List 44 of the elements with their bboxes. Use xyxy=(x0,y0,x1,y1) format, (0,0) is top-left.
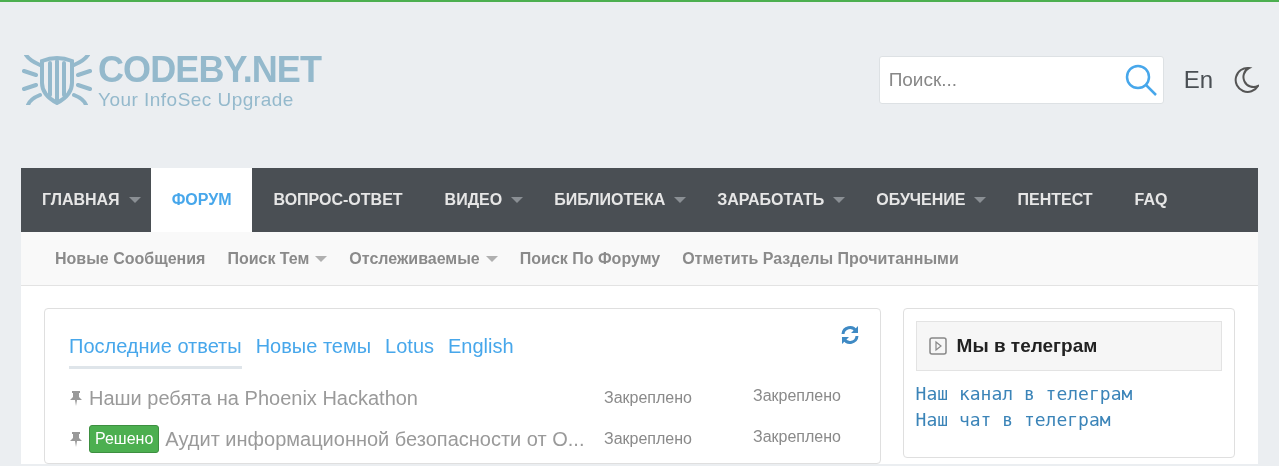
logo-tagline: Your InfoSec Upgrade xyxy=(98,89,295,109)
subnav-link[interactable]: Поиск Тем xyxy=(227,246,310,271)
refresh-icon[interactable] xyxy=(839,325,860,345)
shield-bug-icon xyxy=(22,55,92,105)
caret-icon[interactable] xyxy=(833,196,846,204)
search-field[interactable]: Поиск... xyxy=(878,56,1164,104)
caret-icon[interactable] xyxy=(674,196,687,204)
search-icon[interactable] xyxy=(1123,63,1158,97)
thread-status: Закреплено xyxy=(753,426,841,447)
tab[interactable]: English xyxy=(448,331,514,369)
subnav-link[interactable]: Поиск По Форуму xyxy=(519,246,661,271)
nav-tab[interactable]: БИБЛИОТЕКА xyxy=(533,168,687,232)
nav-tab[interactable]: FAQ xyxy=(1113,168,1189,232)
tab[interactable]: Последние ответы xyxy=(69,331,242,369)
caret-icon[interactable] xyxy=(485,254,498,263)
telegram-link[interactable]: Наш канал в телеграм xyxy=(915,381,1222,407)
thread-status: Закреплено xyxy=(604,387,693,408)
subnav-link[interactable]: Новые Сообщения xyxy=(55,246,206,271)
subnav-link[interactable]: Отслеживаемые xyxy=(349,246,480,271)
solved-badge: Решено xyxy=(89,424,160,453)
caret-icon[interactable] xyxy=(974,196,987,204)
nav-tab[interactable]: ЗАРАБОТАТЬ xyxy=(696,168,846,232)
thread-title[interactable]: Наши ребята на Phoenix Hackathon xyxy=(89,382,418,413)
caret-icon[interactable] xyxy=(315,254,328,263)
thread-status: Закреплено xyxy=(604,428,693,449)
play-icon xyxy=(928,337,947,355)
moon-icon[interactable] xyxy=(1233,66,1259,94)
nav-tab[interactable]: ПЕНТЕСТ xyxy=(996,168,1114,232)
nav-tab[interactable]: ГЛАВНАЯ xyxy=(21,168,141,232)
thread-status: Закреплено xyxy=(753,385,841,406)
tab[interactable]: Новые темы xyxy=(255,331,372,369)
subnav-link[interactable]: Отметить Разделы Прочитанными xyxy=(682,246,959,271)
nav-tab[interactable]: ФОРУМ xyxy=(150,168,253,232)
telegram-title: Мы в телеграм xyxy=(956,333,1098,358)
logo-name: CODEBY.NET xyxy=(98,51,322,88)
tab[interactable]: Lotus xyxy=(385,331,435,369)
nav-tab[interactable]: ОБУЧЕНИЕ xyxy=(855,168,987,232)
nav-tab[interactable]: ВИДЕО xyxy=(423,168,524,232)
language-link[interactable]: En xyxy=(1183,62,1213,98)
nav-tab[interactable]: ВОПРОС-ОТВЕТ xyxy=(252,168,424,232)
caret-icon[interactable] xyxy=(128,196,141,204)
telegram-link[interactable]: Наш чат в телеграм xyxy=(915,407,1222,433)
thread-title[interactable]: Аудит информационной безопасности от О... xyxy=(165,423,585,454)
caret-icon[interactable] xyxy=(511,196,524,204)
